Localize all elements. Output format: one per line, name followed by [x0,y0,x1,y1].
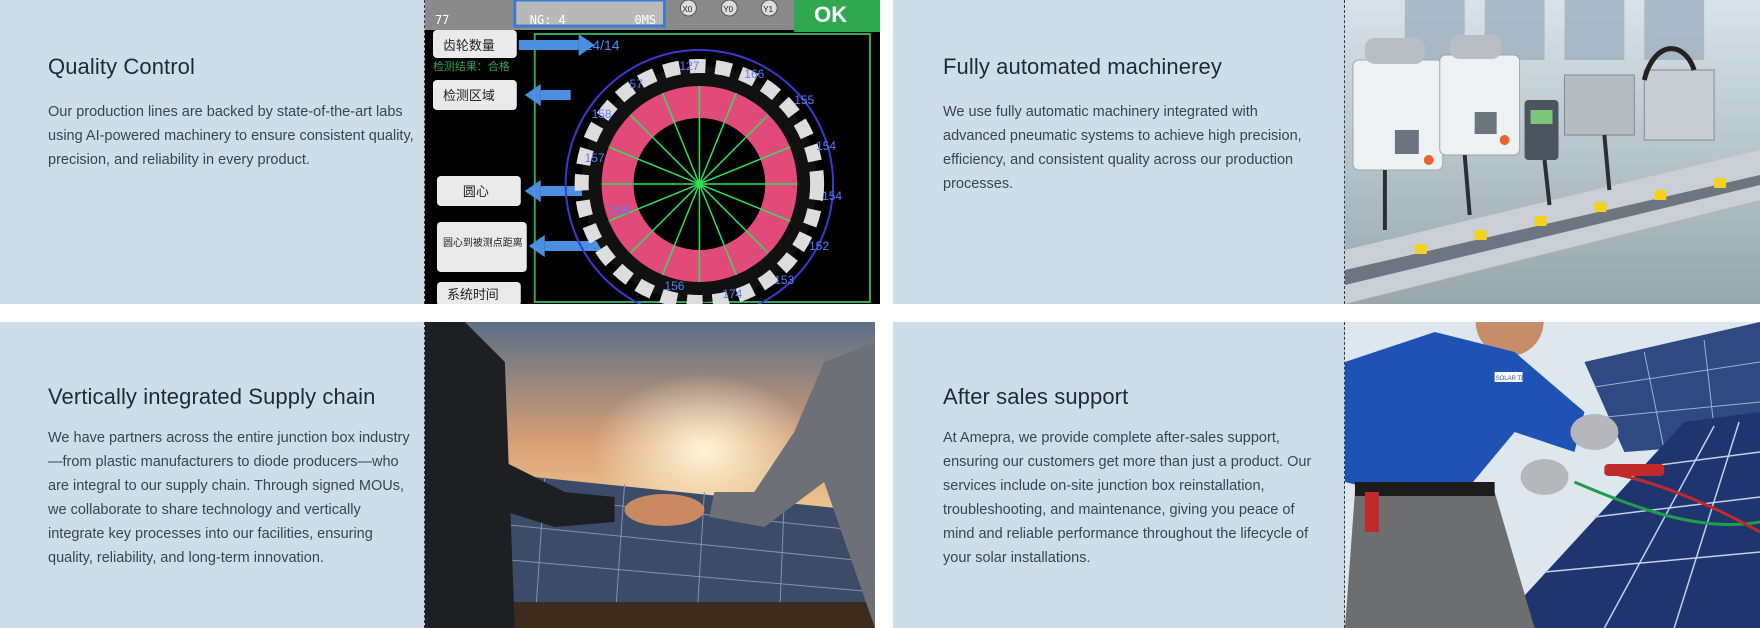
quality-control-title: Quality Control [48,54,196,79]
quality-control-body: Our production lines are backed by state… [48,104,414,168]
indicator-x0: X0 [682,5,692,14]
automated-machinery-card: Fully automated machinerey We use fully … [893,0,1760,304]
ok-label: OK [814,2,847,27]
after-sales-body: At Amepra, we provide complete after-sal… [943,430,1312,566]
svg-text:158: 158 [592,107,612,121]
side-label-time: 系统时间 [447,287,499,302]
indicator-y0: Y0 [723,5,733,14]
after-sales-title: After sales support [943,384,1129,409]
svg-text:157: 157 [585,151,605,165]
indicator-y1: Y1 [763,5,773,14]
side-label-area: 检测区域 [443,88,495,103]
svg-text:156: 156 [664,279,684,293]
svg-text:155: 155 [794,93,814,107]
svg-text:154: 154 [816,139,836,153]
technician-badge: SOLAR TECH [1496,376,1534,382]
svg-text:153: 153 [774,273,794,287]
after-sales-card: After sales support At Amepra, we provid… [893,322,1760,628]
svg-text:174: 174 [722,287,742,301]
side-label-gear-count: 齿轮数量 [443,38,495,53]
svg-text:57: 57 [630,77,644,91]
svg-text:127: 127 [679,59,699,73]
counter-label: 77 [435,13,449,27]
svg-text:152: 152 [809,239,829,253]
automated-machinery-body: We use fully automatic machinery integra… [943,104,1302,192]
automated-machinery-title: Fully automated machinerey [943,54,1222,79]
supply-chain-card: Vertically integrated Supply chain We ha… [0,322,875,628]
supply-chain-title: Vertically integrated Supply chain [48,384,376,409]
ng-label: NG: 4 [530,13,566,27]
svg-text:158: 158 [610,203,630,217]
svg-text:154: 154 [822,189,842,203]
automated-machinery-image [1344,0,1760,304]
side-label-distance: 圆心到被测点距离 [443,236,523,249]
result-label: 检测结果：合格 [433,59,510,73]
side-label-center: 圆心 [463,184,489,199]
svg-text:166: 166 [744,67,764,81]
time-label: 0MS [635,13,657,27]
technician-solar-image: SOLAR TECH [1344,322,1760,628]
supply-chain-body: We have partners across the entire junct… [48,430,410,566]
handshake-solar-image [424,322,875,628]
inspection-screen-image: 77 NG: 4 0MS X0 Y0 Y1 OK 14/14 检测结果：合格 齿… [424,0,880,304]
quality-control-card: Quality Control Our production lines are… [0,0,880,304]
